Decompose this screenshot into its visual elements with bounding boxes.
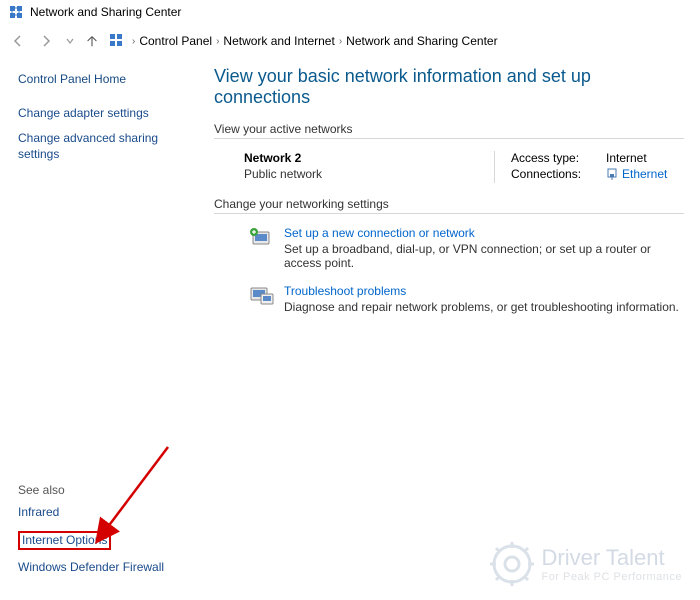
setup-connection-desc: Set up a broadband, dial-up, or VPN conn…	[284, 242, 684, 270]
network-type: Public network	[244, 167, 494, 181]
change-advanced-sharing-link[interactable]: Change advanced sharing settings	[18, 131, 182, 162]
annotation-highlight: Internet Options	[18, 531, 111, 551]
change-adapter-settings-link[interactable]: Change adapter settings	[18, 106, 182, 122]
network-center-icon	[8, 4, 24, 20]
ethernet-icon	[606, 168, 618, 180]
active-networks-label: View your active networks	[214, 122, 684, 136]
main-area: Control Panel Home Change adapter settin…	[0, 58, 700, 600]
setup-connection-title: Set up a new connection or network	[284, 226, 684, 240]
navbar: › Control Panel › Network and Internet ›…	[0, 24, 700, 58]
internet-options-text: Internet Options	[22, 533, 107, 547]
chevron-right-icon: ›	[339, 36, 342, 47]
content: View your basic network information and …	[190, 58, 700, 600]
connection-link[interactable]: Ethernet	[622, 167, 667, 181]
sidebar: Control Panel Home Change adapter settin…	[0, 58, 190, 600]
watermark-subtitle: For Peak PC Performance	[542, 571, 683, 583]
troubleshoot-desc: Diagnose and repair network problems, or…	[284, 300, 684, 314]
gear-icon	[490, 542, 534, 586]
forward-button[interactable]	[36, 31, 56, 51]
see-also-internet-options-link[interactable]: Internet Options	[18, 531, 182, 551]
network-name: Network 2	[244, 151, 494, 165]
back-button[interactable]	[8, 31, 28, 51]
watermark-title: Driver Talent	[542, 545, 683, 571]
watermark: Driver Talent For Peak PC Performance	[490, 542, 683, 586]
control-panel-home-link[interactable]: Control Panel Home	[18, 72, 182, 88]
breadcrumb-item[interactable]: Network and Internet	[223, 34, 334, 48]
chevron-right-icon: ›	[216, 36, 219, 47]
window-title: Network and Sharing Center	[30, 5, 181, 19]
troubleshoot-title: Troubleshoot problems	[284, 284, 684, 298]
troubleshoot-icon	[244, 284, 278, 312]
change-settings-label: Change your networking settings	[214, 197, 684, 211]
divider	[214, 138, 684, 139]
access-type-label: Access type:	[511, 151, 606, 165]
troubleshoot-item[interactable]: Troubleshoot problems Diagnose and repai…	[244, 284, 684, 314]
page-heading: View your basic network information and …	[214, 66, 684, 108]
setup-connection-item[interactable]: Set up a new connection or network Set u…	[244, 226, 684, 270]
setup-connection-icon	[244, 226, 278, 254]
see-also-infrared-link[interactable]: Infrared	[18, 505, 182, 521]
see-also-label: See also	[18, 483, 182, 497]
breadcrumb: › Control Panel › Network and Internet ›…	[132, 34, 498, 48]
divider	[214, 213, 684, 214]
access-type-value: Internet	[606, 151, 647, 165]
connections-label: Connections:	[511, 167, 606, 181]
active-network-box: Network 2 Public network Access type: In…	[214, 151, 684, 197]
breadcrumb-root-icon[interactable]	[108, 32, 124, 51]
chevron-right-icon: ›	[132, 36, 135, 47]
breadcrumb-item[interactable]: Network and Sharing Center	[346, 34, 497, 48]
titlebar: Network and Sharing Center	[0, 0, 700, 24]
breadcrumb-item[interactable]: Control Panel	[139, 34, 212, 48]
up-button[interactable]	[84, 33, 100, 49]
recent-dropdown[interactable]	[64, 31, 76, 51]
see-also-firewall-link[interactable]: Windows Defender Firewall	[18, 560, 182, 576]
